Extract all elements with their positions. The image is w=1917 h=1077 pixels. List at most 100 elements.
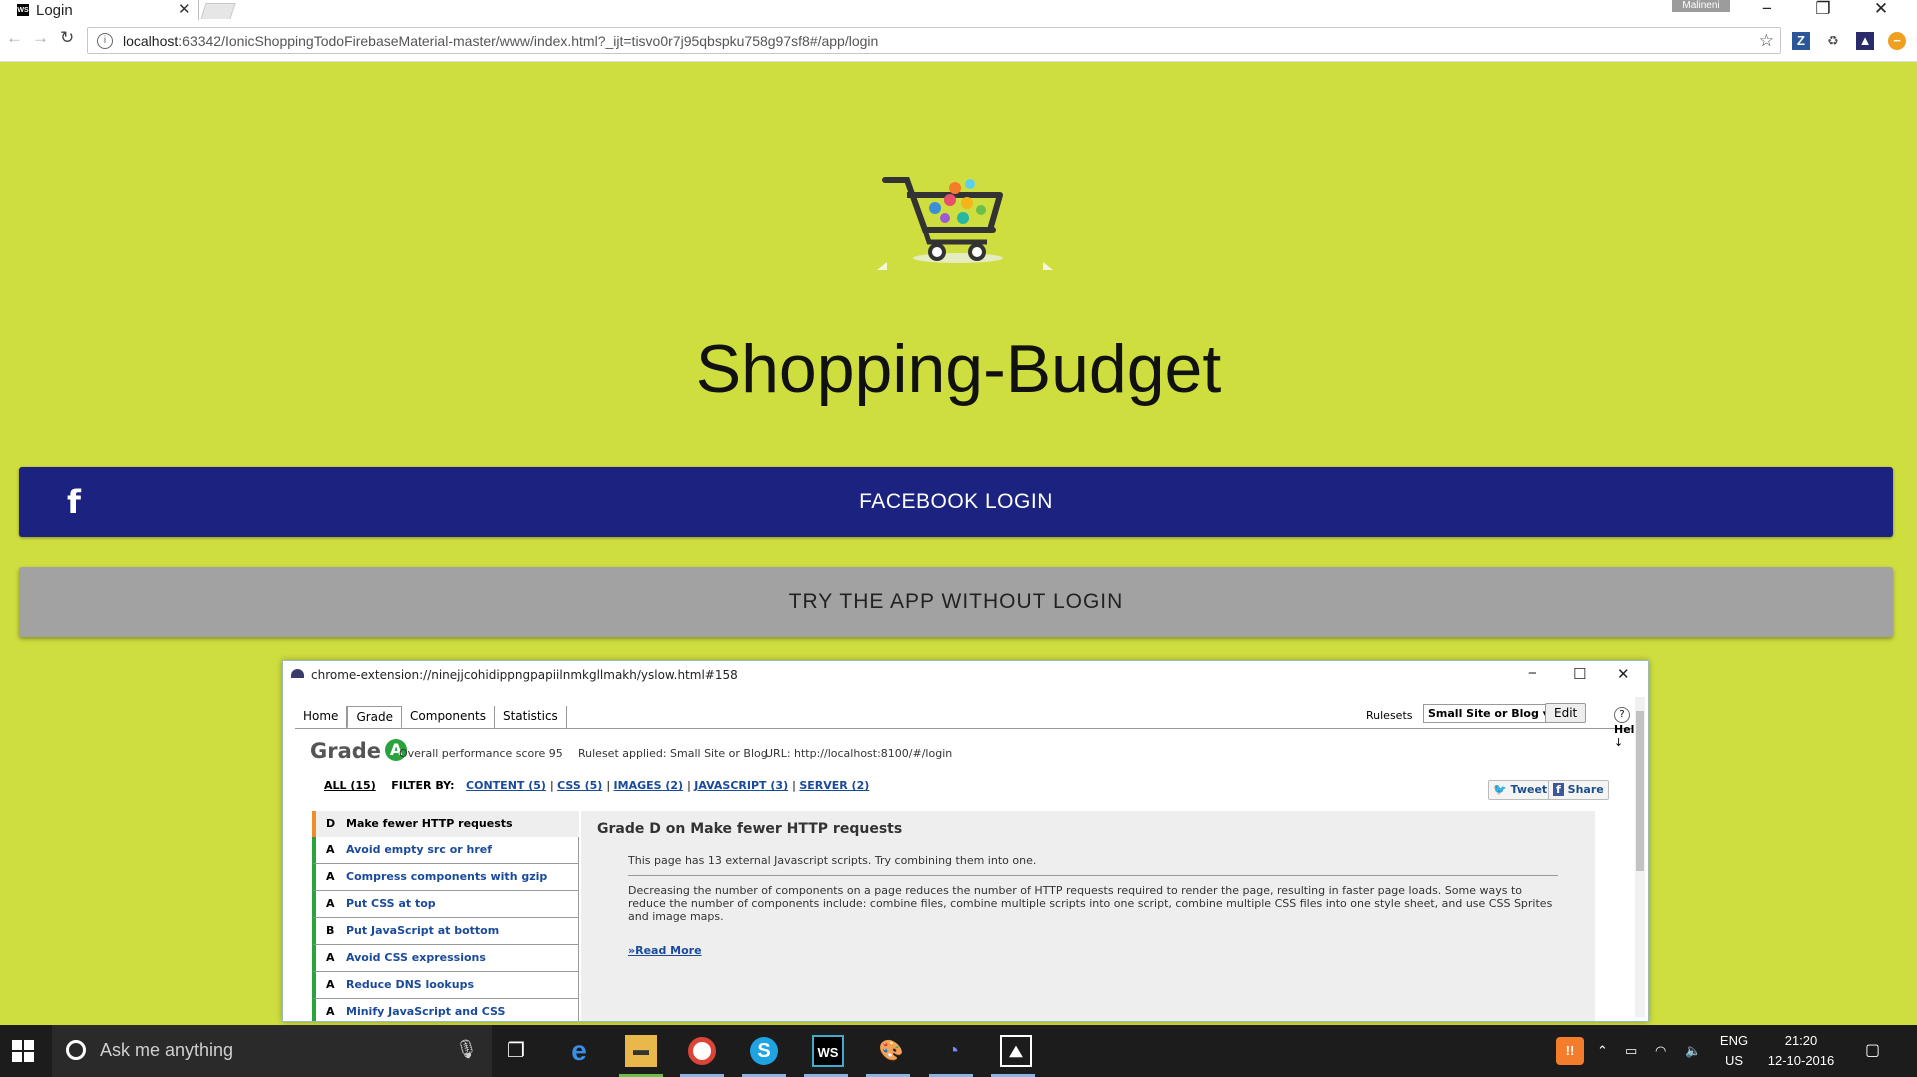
ruleset-select[interactable]: Small Site or Blog ▾	[1423, 704, 1554, 723]
volume-icon[interactable]: 🔈	[1685, 1041, 1701, 1061]
rule-name: Put JavaScript at bottom	[346, 924, 500, 937]
tab-close-icon[interactable]: ✕	[178, 0, 191, 20]
rule-detail-heading: Grade D on Make fewer HTTP requests	[597, 821, 903, 837]
rule-item[interactable]: B Put JavaScript at bottom	[312, 918, 579, 945]
rule-item[interactable]: D Make fewer HTTP requests	[312, 811, 579, 837]
rule-grade: B	[326, 924, 335, 937]
url-host: localhost	[123, 32, 179, 49]
file-explorer-icon[interactable]: ▬	[625, 1035, 657, 1067]
paint-icon[interactable]: 🎨	[875, 1035, 907, 1067]
browser-tab[interactable]: WS Login ✕	[0, 0, 199, 20]
task-view-icon[interactable]: ❐	[500, 1035, 532, 1067]
shopping-cart-logo-icon	[877, 177, 1053, 270]
rule-detail-summary: This page has 13 external Javascript scr…	[628, 854, 1037, 867]
rule-name: Put CSS at top	[346, 897, 436, 910]
yslow-scrollbar[interactable]	[1635, 697, 1645, 1017]
microphone-icon[interactable]: 🎙	[455, 1039, 478, 1060]
chrome-icon[interactable]	[688, 1037, 716, 1065]
cortana-icon	[66, 1040, 86, 1060]
site-info-icon[interactable]: i	[97, 32, 113, 49]
close-window-icon[interactable]: ✕	[1858, 0, 1904, 20]
webstorm-icon[interactable]: WS	[812, 1035, 844, 1067]
recycle-extension-icon[interactable]: ♻	[1824, 32, 1842, 50]
windows-start-icon[interactable]	[12, 1040, 34, 1062]
rule-grade: D	[326, 817, 336, 830]
tab-home[interactable]: Home	[295, 706, 348, 728]
filter-javascript[interactable]: JAVASCRIPT (3)	[694, 779, 788, 792]
help-icon: ?	[1614, 707, 1630, 723]
clock[interactable]: 21:20 12-10-2016	[1760, 1031, 1842, 1071]
share-label: Share	[1567, 783, 1604, 796]
chevron-up-icon[interactable]: ⌃	[1597, 1041, 1608, 1061]
restore-icon[interactable]: ❐	[1800, 0, 1846, 20]
filter-css[interactable]: CSS (5)	[557, 779, 602, 792]
cortana-search-box[interactable]: Ask me anything 🎙	[52, 1025, 492, 1077]
grade-label: Grade	[310, 739, 382, 763]
skype-icon[interactable]: S	[750, 1037, 778, 1065]
url-path: :63342/IonicShoppingTodoFirebaseMaterial…	[178, 32, 879, 49]
edit-ruleset-button[interactable]: Edit	[1545, 703, 1587, 723]
clock-time: 21:20	[1784, 1033, 1818, 1048]
language-indicator[interactable]: ENG US	[1714, 1031, 1754, 1071]
webstorm-favicon-icon: WS	[17, 4, 29, 16]
tab-components[interactable]: Components	[402, 706, 495, 728]
new-tab-button[interactable]	[200, 3, 236, 19]
profile-button[interactable]: Malineni	[1672, 0, 1730, 12]
rule-name: Reduce DNS lookups	[346, 978, 474, 991]
address-bar[interactable]: i localhost:63342/IonicShoppingTodoFireb…	[87, 27, 1781, 54]
windows-taskbar: Ask me anything 🎙 ❐ e ▬ S WS 🎨 ◔ ⛰ !! ⌃ …	[0, 1025, 1917, 1077]
bookmark-star-icon[interactable]: ☆	[1759, 31, 1774, 51]
yslow-maximize-icon[interactable]: ☐	[1573, 665, 1586, 683]
filter-images[interactable]: IMAGES (2)	[614, 779, 684, 792]
filter-server[interactable]: SERVER (2)	[799, 779, 869, 792]
tab-statistics[interactable]: Statistics	[495, 706, 567, 728]
rules-list: D Make fewer HTTP requests A Avoid empty s…	[312, 811, 579, 1021]
yslow-extension-icon[interactable]: ▲	[1856, 32, 1874, 50]
rule-detail-divider	[628, 875, 1558, 876]
rule-item[interactable]: A Minify JavaScript and CSS	[312, 999, 579, 1021]
back-arrow-icon[interactable]: ←	[6, 28, 23, 48]
language-bottom: US	[1724, 1053, 1744, 1068]
wifi-icon[interactable]: ◠	[1655, 1041, 1666, 1061]
photos-icon[interactable]: ⛰	[1000, 1035, 1032, 1067]
facebook-login-button[interactable]: f FACEBOOK LOGIN	[19, 467, 1893, 537]
filter-content[interactable]: CONTENT (5)	[466, 779, 546, 792]
rule-name: Compress components with gzip	[346, 870, 548, 883]
battery-icon[interactable]: ▭	[1625, 1041, 1637, 1061]
notification-app-icon[interactable]: !!	[1556, 1037, 1584, 1065]
browser-titlebar: WS Login ✕ Malineni − ❐ ✕	[0, 0, 1917, 20]
share-button[interactable]: f Share	[1548, 780, 1609, 800]
try-without-login-button[interactable]: TRY THE APP WITHOUT LOGIN	[19, 567, 1893, 637]
rulesets-label: Rulesets	[1366, 709, 1413, 722]
read-more-link[interactable]: »Read More	[628, 944, 702, 957]
forward-arrow-icon[interactable]: →	[32, 28, 49, 48]
tab-grade[interactable]: Grade	[347, 706, 403, 728]
yslow-close-icon[interactable]: ✕	[1617, 665, 1630, 683]
minimize-icon[interactable]: −	[1744, 0, 1790, 20]
rule-item[interactable]: A Avoid CSS expressions	[312, 945, 579, 972]
yslow-minimize-icon[interactable]: −	[1528, 665, 1537, 682]
filter-bar: ALL (15) FILTER BY: CONTENT (5) | CSS (5)…	[324, 779, 870, 792]
tab-title: Login	[36, 1, 73, 19]
rule-grade: A	[326, 843, 335, 856]
rule-item[interactable]: A Put CSS at top	[312, 891, 579, 918]
rule-item[interactable]: A Compress components with gzip	[312, 864, 579, 891]
yslow-window-url: chrome-extension://ninejjcohidippngpapii…	[311, 668, 738, 682]
action-center-icon[interactable]: ▢	[1865, 1041, 1880, 1061]
tweet-button[interactable]: 🐦 Tweet	[1488, 780, 1553, 800]
rule-item[interactable]: A Reduce DNS lookups	[312, 972, 579, 999]
filter-all[interactable]: ALL (15)	[324, 779, 376, 792]
rule-name: Avoid CSS expressions	[346, 951, 486, 964]
speedometer-icon[interactable]: ◔	[937, 1035, 969, 1067]
rule-grade: A	[326, 978, 335, 991]
tab-divider	[295, 728, 1633, 729]
reload-icon[interactable]: ↻	[60, 28, 74, 48]
rule-item[interactable]: A Avoid empty src or href	[312, 837, 579, 864]
rule-grade: A	[326, 951, 335, 964]
status-extension-icon[interactable]: −	[1888, 32, 1906, 50]
app-title: Shopping-Budget	[695, 331, 1222, 407]
scrollbar-thumb[interactable]	[1636, 711, 1644, 871]
zotero-extension-icon[interactable]: Z	[1792, 32, 1810, 50]
edge-browser-icon[interactable]: e	[563, 1035, 595, 1067]
ruleset-value: Small Site or Blog	[1428, 707, 1539, 720]
